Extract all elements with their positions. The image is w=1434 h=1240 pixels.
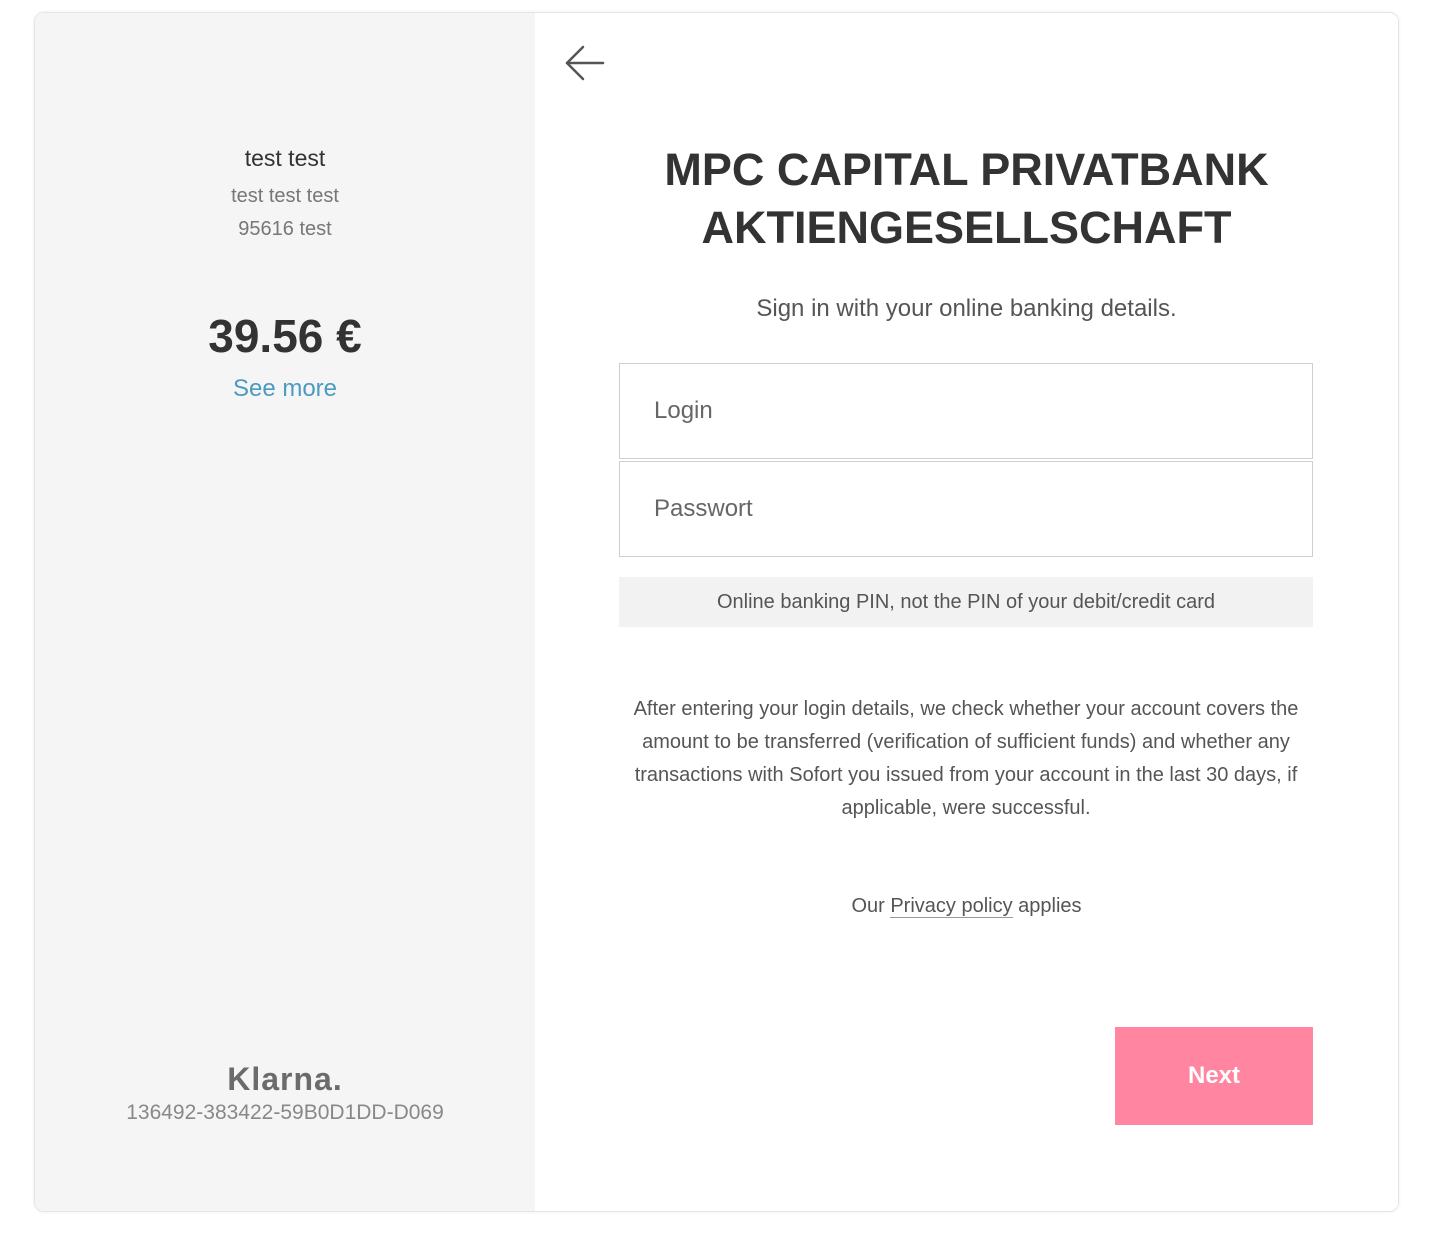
customer-name: test test [244, 145, 326, 171]
login-field-box [619, 363, 1313, 459]
payment-window: test test test test test 95616 test 39.5… [34, 12, 1399, 1212]
funds-check-info: After entering your login details, we ch… [633, 698, 1299, 819]
bank-name-line-1: MPC CAPITAL PRIVATBANK [664, 144, 1269, 195]
login-input[interactable] [620, 364, 1312, 458]
password-field-box [619, 461, 1313, 557]
order-summary-panel: test test test test test 95616 test 39.5… [35, 13, 535, 1211]
see-more-link[interactable]: See more [35, 375, 535, 403]
privacy-suffix: applies [1018, 895, 1082, 917]
privacy-prefix: Our [851, 895, 885, 917]
next-button[interactable]: Next [1115, 1027, 1313, 1125]
password-input[interactable] [620, 462, 1312, 556]
arrow-left-icon[interactable] [563, 43, 607, 83]
payment-amount: 39.56 € [208, 310, 362, 362]
sign-in-subtitle: Sign in with your online banking details… [756, 295, 1177, 322]
privacy-notice: Our Privacy policy applies [535, 895, 1398, 918]
address-line-2: 95616 test [238, 218, 332, 240]
privacy-policy-link[interactable]: Privacy policy [890, 895, 1013, 918]
transaction-id: 136492-383422-59B0D1DD-D069 [126, 1101, 444, 1124]
pin-hint: Online banking PIN, not the PIN of your … [619, 577, 1313, 627]
address-line-1: test test test [231, 185, 339, 207]
bank-title: MPC CAPITAL PRIVATBANK AKTIENGESELLSCHAF… [535, 141, 1398, 257]
login-panel: MPC CAPITAL PRIVATBANK AKTIENGESELLSCHAF… [535, 13, 1398, 1211]
klarna-logo: Klarna. [227, 1061, 343, 1097]
bank-name-line-2: AKTIENGESELLSCHAFT [701, 202, 1232, 253]
